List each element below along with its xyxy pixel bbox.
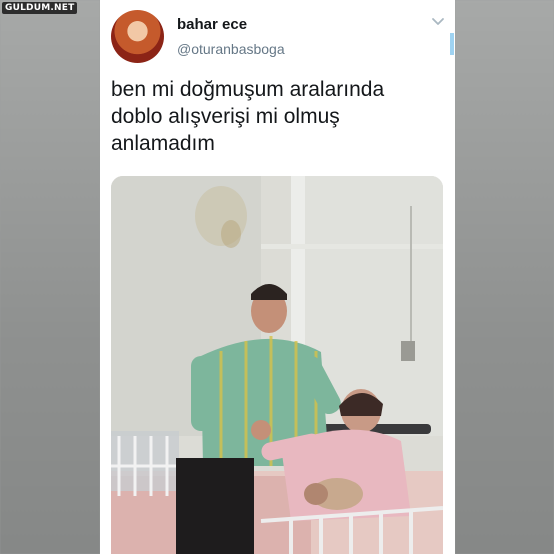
tweet-text-line: anlamadım [111, 132, 215, 155]
user-handle[interactable]: @oturanbasboga [177, 41, 285, 57]
display-name[interactable]: bahar ece [177, 16, 247, 33]
avatar[interactable] [111, 10, 164, 63]
tweet-card: bahar ece @oturanbasboga ben mi doğmuşum… [100, 0, 455, 554]
scroll-indicator [450, 33, 454, 55]
tweet-text-line: ben mi doğmuşum aralarında [111, 78, 385, 101]
blurred-background-right [455, 0, 554, 554]
blurred-background-left [0, 0, 100, 554]
tweet-photo[interactable] [111, 176, 443, 554]
tweet-text: ben mi doğmuşum aralarında doblo alışver… [111, 76, 441, 157]
tweet-text-line: doblo alışverişi mi olmuş [111, 105, 340, 128]
chevron-down-icon[interactable] [430, 14, 446, 30]
hospital-photo [111, 176, 443, 554]
site-watermark: GULDUM.NET [2, 2, 78, 14]
